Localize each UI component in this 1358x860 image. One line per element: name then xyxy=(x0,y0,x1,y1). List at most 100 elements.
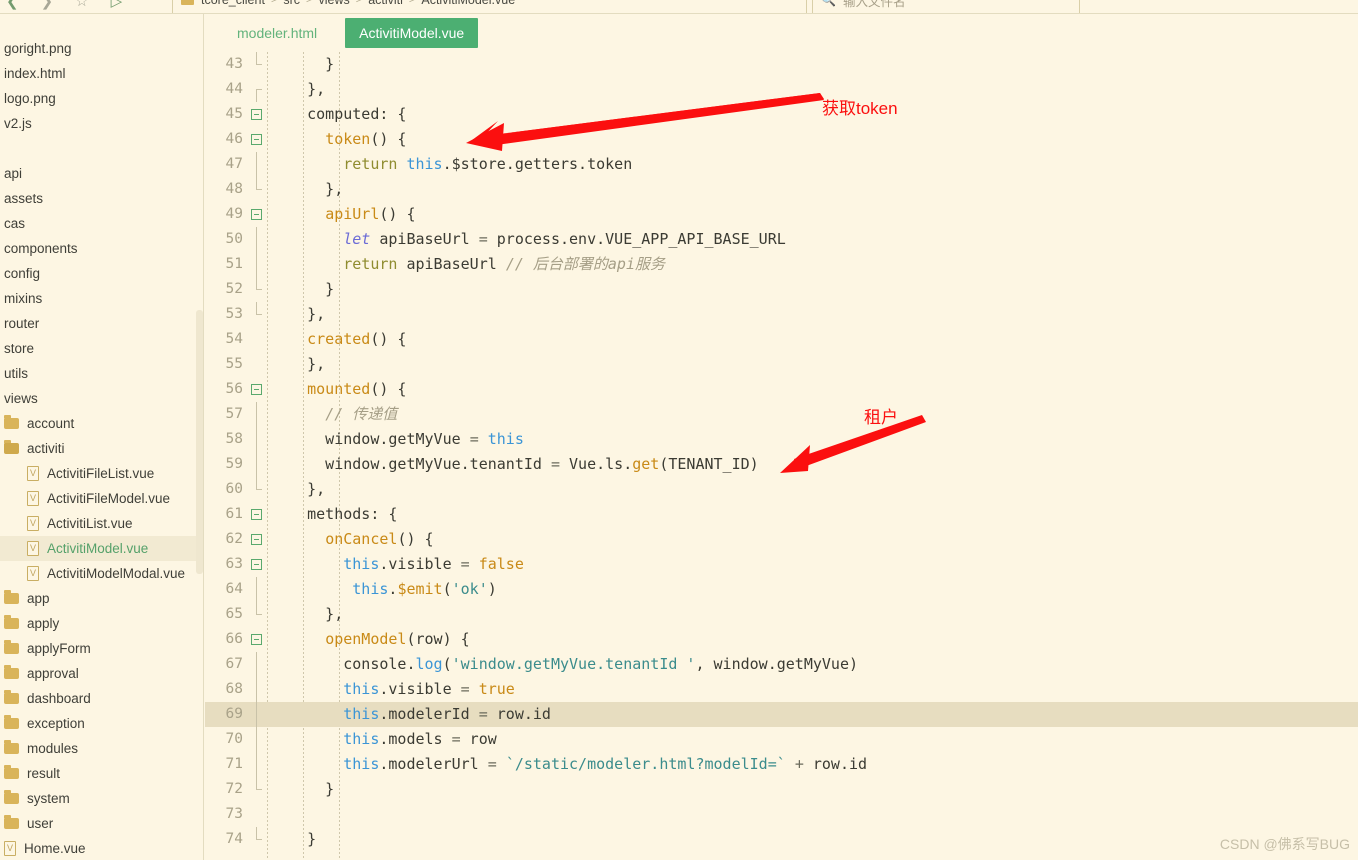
file-tree-item-activitifilelist-vue[interactable]: ActivitiFileList.vue xyxy=(0,461,203,486)
code-line[interactable]: 70 this.models = row xyxy=(205,727,1358,752)
file-tree-item-activitilist-vue[interactable]: ActivitiList.vue xyxy=(0,511,203,536)
code-token: `/static/modeler.html?modelId=` xyxy=(505,755,786,773)
code-line[interactable]: 61 methods: { xyxy=(205,502,1358,527)
code-line[interactable]: 74 } xyxy=(205,827,1358,852)
file-tree-item-index-html[interactable]: index.html xyxy=(0,61,203,86)
code-line[interactable]: 54 created() { xyxy=(205,327,1358,352)
breadcrumb-item-1[interactable]: src xyxy=(283,0,300,7)
code-line[interactable]: 45 computed: { xyxy=(205,102,1358,127)
code-token: () { xyxy=(370,330,407,348)
code-line[interactable]: 57 // 传递值 xyxy=(205,402,1358,427)
editor-tab-modeler-html[interactable]: modeler.html xyxy=(227,19,327,47)
file-tree-item-v2-js[interactable]: v2.js xyxy=(0,111,203,136)
code-line[interactable]: 58 window.getMyVue = this xyxy=(205,427,1358,452)
code-view[interactable]: 43 } 44 }, 45 computed: {46 token() {47 re… xyxy=(205,52,1358,860)
fold-toggle-icon[interactable] xyxy=(247,552,267,577)
file-tree-item-exception[interactable]: exception xyxy=(0,711,203,736)
code-line[interactable]: 68 this.visible = true xyxy=(205,677,1358,702)
code-token: apiBaseUrl xyxy=(397,255,506,273)
breadcrumb-item-3[interactable]: activiti xyxy=(368,0,403,7)
code-line[interactable]: 72 } xyxy=(205,777,1358,802)
breadcrumb-item-0[interactable]: tcore_client xyxy=(201,0,265,7)
file-tree-item-dashboard[interactable]: dashboard xyxy=(0,686,203,711)
file-tree-item-activitimodelmodal-vue[interactable]: ActivitiModelModal.vue xyxy=(0,561,203,586)
code-line[interactable]: 49 apiUrl() { xyxy=(205,202,1358,227)
code-token: = xyxy=(487,755,497,773)
sidebar-scrollbar[interactable] xyxy=(196,310,203,574)
code-line-text: this.modelerId = row.id xyxy=(267,702,1358,727)
fold-toggle-icon[interactable] xyxy=(247,202,267,227)
file-tree-item-activiti[interactable]: activiti xyxy=(0,436,203,461)
fold-toggle-icon[interactable] xyxy=(247,527,267,552)
code-line[interactable]: 64 this.$emit('ok') xyxy=(205,577,1358,602)
code-line[interactable]: 50 let apiBaseUrl = process.env.VUE_APP_… xyxy=(205,227,1358,252)
back-arrow-icon[interactable]: ❮ xyxy=(6,0,19,9)
file-tree-item-views[interactable]: views xyxy=(0,386,203,411)
code-line[interactable]: 51 return apiBaseUrl // 后台部署的api服务 xyxy=(205,252,1358,277)
file-tree-item-goright-png[interactable]: goright.png xyxy=(0,36,203,61)
file-tree-item-app[interactable]: app xyxy=(0,586,203,611)
breadcrumb-bar[interactable]: tcore_client > src > views > activiti > … xyxy=(172,0,807,14)
file-tree-item-logo-png[interactable]: logo.png xyxy=(0,86,203,111)
fold-toggle-icon[interactable] xyxy=(247,627,267,652)
file-tree-item-store[interactable]: store xyxy=(0,336,203,361)
fold-guide xyxy=(247,677,267,702)
code-line[interactable]: 56 mounted() { xyxy=(205,377,1358,402)
code-line[interactable]: 63 this.visible = false xyxy=(205,552,1358,577)
file-tree-item-utils[interactable]: utils xyxy=(0,361,203,386)
vue-file-icon xyxy=(27,516,39,531)
code-line[interactable]: 53 }, xyxy=(205,302,1358,327)
code-line[interactable]: 69 this.modelerId = row.id xyxy=(205,702,1358,727)
file-tree-item-account[interactable]: account xyxy=(0,411,203,436)
file-tree-item-components[interactable]: components xyxy=(0,236,203,261)
file-tree-item-apply[interactable]: apply xyxy=(0,611,203,636)
file-tree-item-user[interactable]: user xyxy=(0,811,203,836)
file-tree-item-config[interactable]: config xyxy=(0,261,203,286)
code-line[interactable]: 43 } xyxy=(205,52,1358,77)
editor-tab-activitimodel-vue[interactable]: ActivitiModel.vue xyxy=(345,18,479,48)
file-tree-item-applyform[interactable]: applyForm xyxy=(0,636,203,661)
forward-arrow-icon[interactable]: ❯ xyxy=(41,0,54,9)
bookmark-icon[interactable]: ☆ xyxy=(75,0,88,9)
file-tree-item-home-vue[interactable]: Home.vue xyxy=(0,836,203,860)
file-search-box[interactable]: 🔍 输入文件名 xyxy=(812,0,1080,14)
code-line[interactable]: 48 }, xyxy=(205,177,1358,202)
fold-toggle-icon[interactable] xyxy=(247,127,267,152)
breadcrumb-item-4[interactable]: ActivitiModel.vue xyxy=(421,0,515,7)
code-line[interactable]: 71 this.modelerUrl = `/static/modeler.ht… xyxy=(205,752,1358,777)
code-line[interactable]: 55 }, xyxy=(205,352,1358,377)
fold-toggle-icon[interactable] xyxy=(247,102,267,127)
line-number: 50 xyxy=(225,231,243,247)
code-token: (TENANT_ID) xyxy=(659,455,759,473)
file-tree-item-system[interactable]: system xyxy=(0,786,203,811)
fold-toggle-icon[interactable] xyxy=(247,377,267,402)
file-tree-item-activitifilemodel-vue[interactable]: ActivitiFileModel.vue xyxy=(0,486,203,511)
search-input[interactable]: 输入文件名 xyxy=(843,0,906,10)
file-tree-item-assets[interactable]: assets xyxy=(0,186,203,211)
code-line[interactable]: 62 onCancel() { xyxy=(205,527,1358,552)
code-line[interactable]: 59 window.getMyVue.tenantId = Vue.ls.get… xyxy=(205,452,1358,477)
file-tree-item-label: exception xyxy=(27,716,85,731)
file-tree-item-modules[interactable]: modules xyxy=(0,736,203,761)
file-tree-item-router[interactable]: router xyxy=(0,311,203,336)
breadcrumb-item-2[interactable]: views xyxy=(318,0,349,7)
file-tree-item-label: modules xyxy=(27,741,79,756)
code-line[interactable]: 66 openModel(row) { xyxy=(205,627,1358,652)
run-icon[interactable]: ▷ xyxy=(111,0,123,9)
file-tree-item-api[interactable]: api xyxy=(0,161,203,186)
code-line[interactable]: 67 console.log('window.getMyVue.tenantId… xyxy=(205,652,1358,677)
code-line[interactable]: 46 token() { xyxy=(205,127,1358,152)
code-line[interactable]: 73 xyxy=(205,802,1358,827)
fold-toggle-icon[interactable] xyxy=(247,502,267,527)
code-line[interactable]: 44 }, xyxy=(205,77,1358,102)
code-line[interactable]: 47 return this.$store.getters.token xyxy=(205,152,1358,177)
file-tree-item-result[interactable]: result xyxy=(0,761,203,786)
project-file-tree[interactable]: goright.png index.html logo.png v2.js api ass… xyxy=(0,14,204,860)
file-tree-item-mixins[interactable]: mixins xyxy=(0,286,203,311)
code-line[interactable]: 60 }, xyxy=(205,477,1358,502)
file-tree-item-approval[interactable]: approval xyxy=(0,661,203,686)
file-tree-item-cas[interactable]: cas xyxy=(0,211,203,236)
file-tree-item-activitimodel-vue[interactable]: ActivitiModel.vue xyxy=(0,536,203,561)
code-line[interactable]: 52 } xyxy=(205,277,1358,302)
code-line[interactable]: 65 }, xyxy=(205,602,1358,627)
